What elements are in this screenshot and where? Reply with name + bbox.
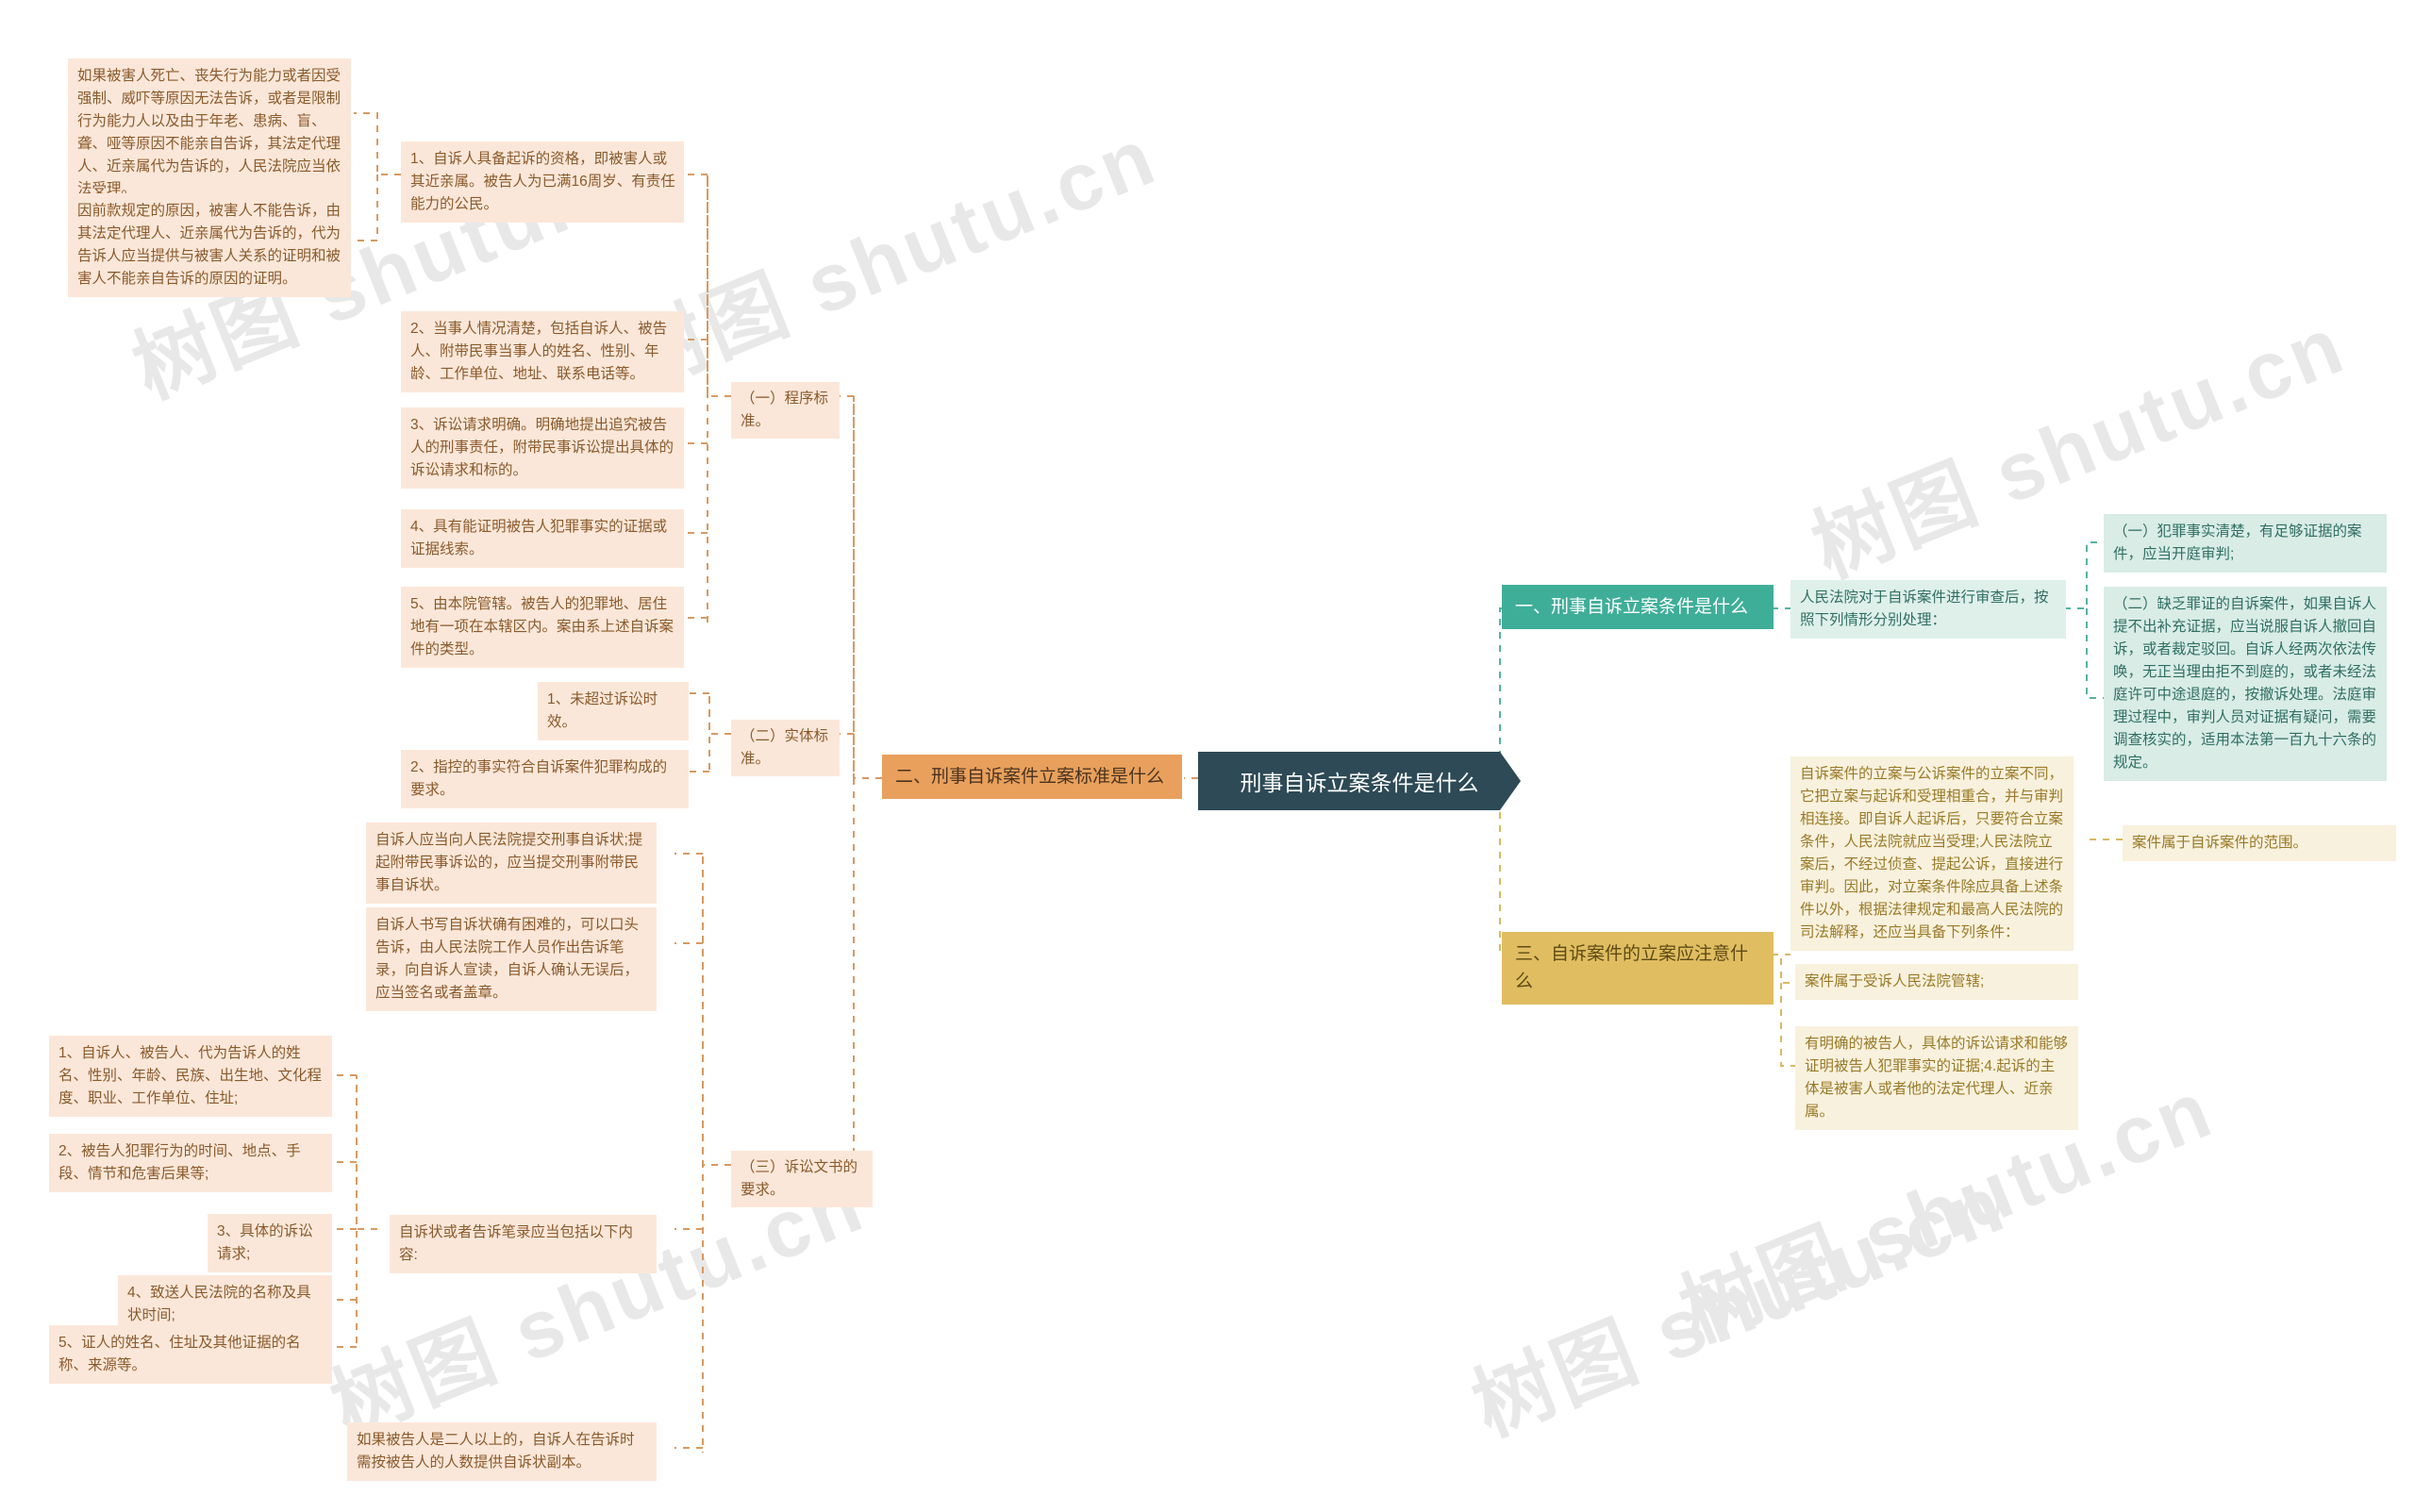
document-content-2[interactable]: 2、被告人犯罪行为的时间、地点、手段、情节和危害后果等;: [49, 1134, 332, 1193]
document-content-3[interactable]: 3、具体的诉讼请求;: [208, 1214, 332, 1273]
branch-three[interactable]: 三、自诉案件的立案应注意什么: [1502, 932, 1774, 1005]
substantive-item-1[interactable]: 1、未超过诉讼时效。: [538, 682, 689, 741]
branch-three-item-1[interactable]: 案件属于自诉案件的范围。: [2123, 825, 2396, 862]
branch-two-label: 二、刑事自诉案件立案标准是什么: [895, 767, 1165, 787]
branch-one-item-1[interactable]: （一）犯罪事实清楚，有足够证据的案件，应当开庭审判;: [2104, 514, 2387, 573]
branch-three-item-1-text: 案件属于自诉案件的范围。: [2132, 835, 2308, 851]
document-content-1[interactable]: 1、自诉人、被告人、代为告诉人的姓名、性别、年龄、民族、出生地、文化程度、职业、…: [49, 1036, 332, 1118]
branch-one-item-2-text: （二）缺乏罪证的自诉案件，如果自诉人提不出补充证据，应当说服自诉人撤回自诉，或者…: [2113, 596, 2377, 772]
branch-three-item-3-text: 有明确的被告人，具体的诉讼请求和能够证明被告人犯罪事实的证据;4.起诉的主体是被…: [1805, 1036, 2069, 1121]
substantive-item-1-text: 1、未超过诉讼时效。: [547, 691, 658, 731]
document-item-4[interactable]: 如果被告人是二人以上的，自诉人在告诉时需按被告人的人数提供自诉状副本。: [347, 1422, 657, 1482]
procedural-item-4-text: 4、具有能证明被告人犯罪事实的证据或证据线索。: [410, 519, 668, 558]
group-substantive-standard-label: （二）实体标准。: [741, 728, 829, 768]
document-item-3-text: 自诉状或者告诉笔录应当包括以下内容:: [399, 1224, 634, 1264]
root-node[interactable]: 刑事自诉立案条件是什么: [1198, 752, 1521, 810]
document-content-5-text: 5、证人的姓名、住址及其他证据的名称、来源等。: [58, 1335, 301, 1374]
procedural-item-1-text: 1、自诉人具备起诉的资格，即被害人或其近亲属。被告人为已满16周岁、有责任能力的…: [410, 151, 675, 213]
branch-one-intro[interactable]: 人民法院对于自诉案件进行审查后，按照下列情形分别处理：: [1790, 580, 2066, 640]
group-document-requirements[interactable]: （三）诉讼文书的要求。: [731, 1151, 873, 1208]
procedural-item-3-text: 3、诉讼请求明确。明确地提出追究被告人的刑事责任，附带民事诉讼提出具体的诉讼请求…: [410, 417, 675, 479]
document-item-2-text: 自诉人书写自诉状确有困难的，可以口头告诉，由人民法院工作人员作出告诉笔录，向自诉…: [375, 917, 640, 1002]
group-procedural-standard-label: （一）程序标准。: [741, 390, 829, 430]
substantive-item-2-text: 2、指控的事实符合自诉案件犯罪构成的要求。: [410, 759, 668, 799]
branch-two[interactable]: 二、刑事自诉案件立案标准是什么: [882, 755, 1182, 800]
procedural-item-2-text: 2、当事人情况清楚，包括自诉人、被告人、附带民事当事人的姓名、性别、年龄、工作单…: [410, 321, 668, 383]
substantive-item-2[interactable]: 2、指控的事实符合自诉案件犯罪构成的要求。: [401, 750, 689, 809]
group-substantive-standard[interactable]: （二）实体标准。: [731, 720, 840, 777]
procedural-item-5[interactable]: 5、由本院管辖。被告人的犯罪地、居住地有一项在本辖区内。案由系上述自诉案件的类型…: [401, 587, 684, 669]
branch-three-item-2[interactable]: 案件属于受诉人民法院管辖;: [1795, 964, 2078, 1001]
document-item-4-text: 如果被告人是二人以上的，自诉人在告诉时需按被告人的人数提供自诉状副本。: [357, 1432, 635, 1471]
procedural-item-4[interactable]: 4、具有能证明被告人犯罪事实的证据或证据线索。: [401, 509, 684, 569]
procedural-item-1-sub-2-text: 因前款规定的原因，被害人不能告诉，由其法定代理人、近亲属代为告诉的，代为告诉人应…: [77, 203, 341, 288]
procedural-item-3[interactable]: 3、诉讼请求明确。明确地提出追究被告人的刑事责任，附带民事诉讼提出具体的诉讼请求…: [401, 407, 684, 490]
branch-three-intro[interactable]: 自诉案件的立案与公诉案件的立案不同，它把立案与起诉和受理相重合，并与审判相连接。…: [1790, 756, 2074, 952]
document-item-3[interactable]: 自诉状或者告诉笔录应当包括以下内容:: [390, 1215, 657, 1274]
procedural-item-5-text: 5、由本院管辖。被告人的犯罪地、居住地有一项在本辖区内。案由系上述自诉案件的类型…: [410, 596, 675, 658]
branch-three-item-2-text: 案件属于受诉人民法院管辖;: [1805, 973, 1985, 989]
branch-three-intro-text: 自诉案件的立案与公诉案件的立案不同，它把立案与起诉和受理相重合，并与审判相连接。…: [1800, 766, 2064, 941]
branch-one-intro-text: 人民法院对于自诉案件进行审查后，按照下列情形分别处理：: [1800, 590, 2049, 629]
document-item-1-text: 自诉人应当向人民法院提交刑事自诉状;提起附带民事诉讼的，应当提交刑事附带民事自诉…: [375, 832, 643, 894]
document-content-3-text: 3、具体的诉讼请求;: [217, 1223, 313, 1263]
branch-one-item-1-text: （一）犯罪事实清楚，有足够证据的案件，应当开庭审判;: [2113, 523, 2362, 563]
procedural-item-1-sub-1[interactable]: 如果被害人死亡、丧失行为能力或者因受强制、威吓等原因无法告诉，或者是限制行为能力…: [68, 58, 351, 208]
procedural-item-1-sub-1-text: 如果被害人死亡、丧失行为能力或者因受强制、威吓等原因无法告诉，或者是限制行为能力…: [77, 68, 341, 198]
watermark: 树图 shutu.cn: [611, 110, 1170, 407]
branch-three-label: 三、自诉案件的立案应注意什么: [1515, 944, 1749, 992]
document-item-2[interactable]: 自诉人书写自诉状确有困难的，可以口头告诉，由人民法院工作人员作出告诉笔录，向自诉…: [366, 907, 657, 1012]
branch-one[interactable]: 一、刑事自诉立案条件是什么: [1502, 585, 1774, 630]
branch-three-item-3[interactable]: 有明确的被告人，具体的诉讼请求和能够证明被告人犯罪事实的证据;4.起诉的主体是被…: [1795, 1026, 2078, 1131]
document-content-1-text: 1、自诉人、被告人、代为告诉人的姓名、性别、年龄、民族、出生地、文化程度、职业、…: [58, 1045, 323, 1107]
procedural-item-1[interactable]: 1、自诉人具备起诉的资格，即被害人或其近亲属。被告人为已满16周岁、有责任能力的…: [401, 141, 684, 224]
branch-one-label: 一、刑事自诉立案条件是什么: [1515, 597, 1749, 617]
document-content-4-text: 4、致送人民法院的名称及具状时间;: [127, 1285, 311, 1324]
group-procedural-standard[interactable]: （一）程序标准。: [731, 382, 840, 440]
document-content-2-text: 2、被告人犯罪行为的时间、地点、手段、情节和危害后果等;: [58, 1143, 301, 1183]
group-document-requirements-label: （三）诉讼文书的要求。: [741, 1159, 858, 1199]
document-item-1[interactable]: 自诉人应当向人民法院提交刑事自诉状;提起附带民事诉讼的，应当提交刑事附带民事自诉…: [366, 822, 657, 905]
procedural-item-2[interactable]: 2、当事人情况清楚，包括自诉人、被告人、附带民事当事人的姓名、性别、年龄、工作单…: [401, 311, 684, 393]
root-label: 刑事自诉立案条件是什么: [1240, 771, 1479, 795]
document-content-5[interactable]: 5、证人的姓名、住址及其他证据的名称、来源等。: [49, 1325, 332, 1385]
procedural-item-1-sub-2[interactable]: 因前款规定的原因，被害人不能告诉，由其法定代理人、近亲属代为告诉的，代为告诉人应…: [68, 193, 351, 298]
branch-one-item-2[interactable]: （二）缺乏罪证的自诉案件，如果自诉人提不出补充证据，应当说服自诉人撤回自诉，或者…: [2104, 587, 2387, 782]
